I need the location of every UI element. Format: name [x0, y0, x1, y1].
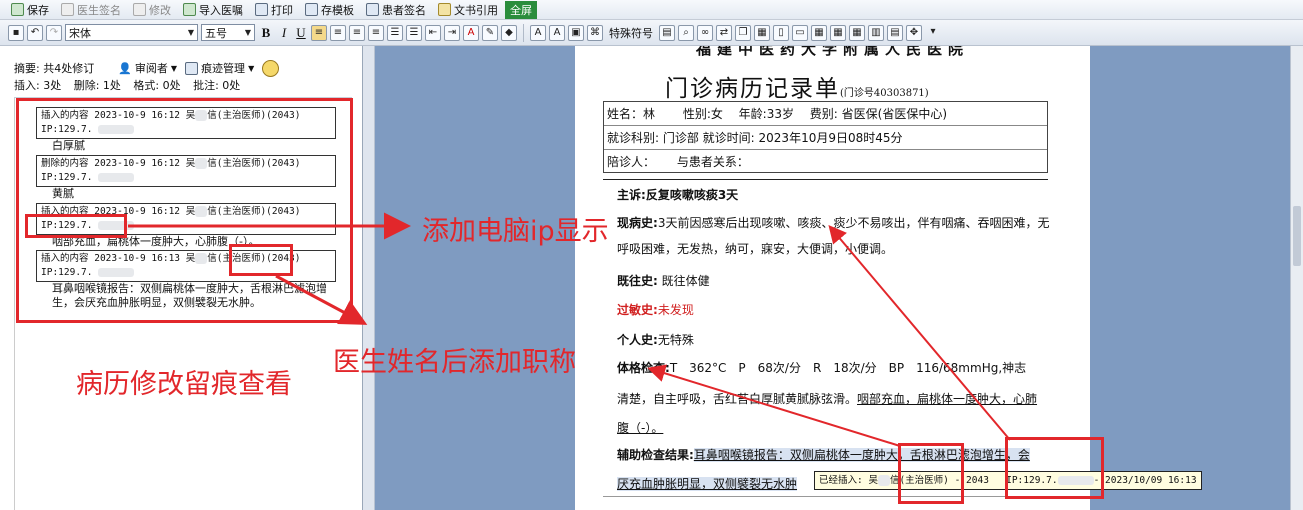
annotation-title: 医生姓名后添加职称	[333, 347, 576, 378]
annotation-ip: 添加电脑ip显示	[422, 216, 609, 247]
arrow-ip-right	[828, 224, 1011, 441]
arrow-title-left	[275, 274, 368, 325]
arrow-title-right	[647, 364, 901, 447]
annotation-trace: 病历修改留痕查看	[76, 369, 292, 400]
annotation-arrows	[128, 212, 1011, 447]
